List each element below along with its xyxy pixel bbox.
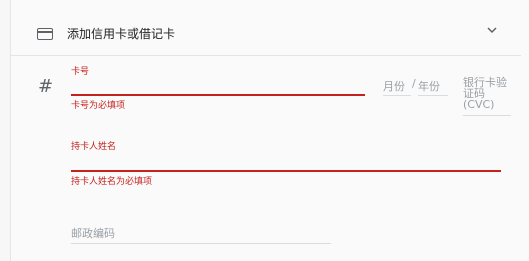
expiry-month-underline xyxy=(383,95,411,96)
card-number-error: 卡号为必填项 xyxy=(71,101,126,111)
credit-card-icon xyxy=(37,28,53,40)
postal-code-placeholder: 邮政编码 xyxy=(71,227,115,240)
add-card-panel: 添加信用卡或借记卡 # 卡号 卡号为必填项 月份 / 年份 银行卡验证码 (CV… xyxy=(10,0,529,261)
postal-code-field[interactable]: 邮政编码 xyxy=(71,222,331,244)
cvc-placeholder: 银行卡验证码 (CVC) xyxy=(463,76,507,111)
cardholder-name-field[interactable]: 持卡人姓名 xyxy=(71,136,501,172)
card-number-label: 卡号 xyxy=(71,67,90,77)
add-card-title: 添加信用卡或借记卡 xyxy=(67,27,176,41)
cardholder-name-underline xyxy=(71,170,501,172)
cardholder-name-error: 持卡人姓名为必填项 xyxy=(71,177,153,187)
expiry-month-placeholder: 月份 xyxy=(383,80,405,93)
cvc-underline xyxy=(463,115,511,116)
expiry-year-field[interactable]: 年份 xyxy=(418,76,448,96)
cardholder-name-label: 持卡人姓名 xyxy=(71,142,117,152)
expiry-year-underline xyxy=(418,95,448,96)
chevron-down-icon[interactable] xyxy=(487,25,497,35)
expiry-separator: / xyxy=(412,77,416,90)
expiry-year-placeholder: 年份 xyxy=(418,80,440,93)
hash-icon: # xyxy=(38,76,54,97)
add-card-header[interactable]: 添加信用卡或借记卡 xyxy=(11,10,521,56)
card-number-underline xyxy=(71,94,365,96)
postal-code-underline xyxy=(71,243,331,244)
card-number-field[interactable]: 卡号 xyxy=(71,60,365,96)
expiry-month-field[interactable]: 月份 xyxy=(383,76,411,96)
